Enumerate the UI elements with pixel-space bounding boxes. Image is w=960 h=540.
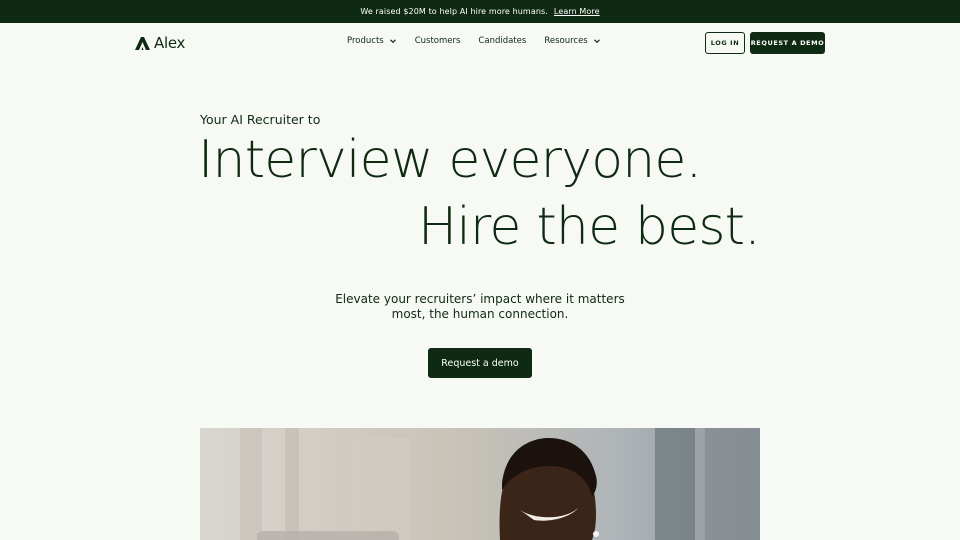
nav-item-candidates[interactable]: Candidates: [478, 36, 526, 46]
request-demo-button[interactable]: REQUEST A DEMO: [750, 32, 825, 54]
alex-logo-icon: [135, 36, 150, 50]
login-button[interactable]: LOG IN: [705, 32, 745, 54]
nav-item-customers-label: Customers: [414, 36, 461, 46]
main-menu: Products Customers Candidates Resources: [347, 36, 601, 46]
hero-photo: [200, 428, 760, 540]
chevron-down-icon: [593, 37, 601, 45]
logo-text: Alex: [154, 34, 186, 52]
banner-text: We raised $20M to help AI hire more huma…: [360, 7, 548, 16]
logo[interactable]: Alex: [135, 34, 185, 52]
hero-subcopy: Elevate your recruiters’ impact where it…: [335, 292, 625, 321]
hero-headline-line1: Interview everyone.: [198, 130, 702, 190]
nav-item-customers[interactable]: Customers: [415, 36, 461, 46]
announcement-banner: We raised $20M to help AI hire more huma…: [0, 0, 960, 23]
top-navigation: Alex Products Customers Candidates Resou…: [0, 23, 960, 63]
chevron-down-icon: [389, 37, 397, 45]
nav-item-resources[interactable]: Resources: [544, 36, 600, 46]
hero-eyebrow: Your AI Recruiter to: [200, 112, 321, 127]
nav-item-products[interactable]: Products: [347, 36, 397, 46]
hero-headline-line2: Hire the best.: [418, 197, 761, 257]
nav-item-resources-label: Resources: [544, 36, 588, 46]
hero-request-demo-button[interactable]: Request a demo: [428, 348, 532, 378]
learn-more-link[interactable]: Learn More: [554, 7, 600, 16]
nav-item-candidates-label: Candidates: [478, 36, 527, 46]
nav-item-products-label: Products: [347, 36, 384, 46]
